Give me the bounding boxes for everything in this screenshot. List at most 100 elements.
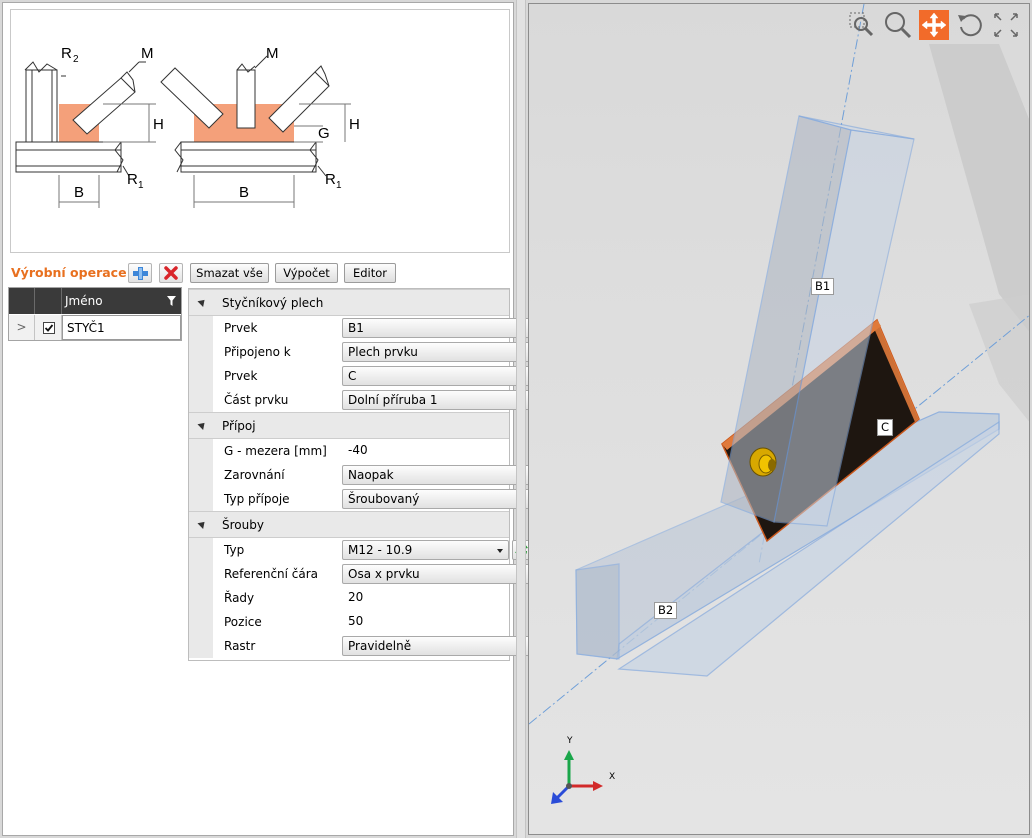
- property-dropdown[interactable]: Pravidelně: [342, 636, 530, 656]
- axis-triad: [551, 750, 603, 804]
- property-row: G - mezera [mm] -40: [213, 439, 509, 463]
- axis-label-y: Y: [567, 736, 573, 746]
- left-panel: R 2 M M H H G R 1 R 1 B B Výrobní operac…: [2, 2, 531, 836]
- sketch-drawing: R 2 M M H H G R 1 R 1 B B: [15, 45, 360, 208]
- fit-view-icon: [994, 13, 1018, 37]
- label-m-right: M: [266, 45, 279, 62]
- grid-header: Jméno: [9, 288, 181, 314]
- property-dropdown[interactable]: Plech prvku: [342, 342, 530, 362]
- property-row: Připojeno k Plech prvku: [213, 340, 530, 364]
- 3d-view[interactable]: B1 C B2 Y X: [528, 3, 1030, 835]
- zoom-window-button[interactable]: [847, 10, 877, 40]
- label-b-left: B: [74, 184, 84, 201]
- dropdown-value: Pravidelně: [348, 639, 412, 653]
- dropdown-value: C: [348, 369, 357, 383]
- property-row: Typ M12 - 10.9: [213, 538, 531, 562]
- member-label-b2[interactable]: B2: [654, 602, 678, 619]
- label-g: G: [318, 125, 330, 142]
- grid-header-expander: [9, 288, 35, 314]
- property-label: Referenční čára: [224, 567, 319, 581]
- row-name[interactable]: STYČ1: [62, 315, 181, 340]
- fit-view-button[interactable]: [991, 10, 1021, 40]
- property-dropdown[interactable]: Dolní příruba 1: [342, 390, 530, 410]
- section-header[interactable]: Šrouby: [189, 511, 509, 538]
- row-checkbox-cell[interactable]: [35, 315, 62, 340]
- label-r1-right: R: [325, 171, 336, 188]
- row-expander[interactable]: >: [9, 315, 35, 340]
- filter-icon[interactable]: [167, 296, 176, 306]
- property-row: Rastr Pravidelně: [213, 634, 530, 658]
- property-dropdown[interactable]: Osa x prvku: [342, 564, 530, 584]
- section-header[interactable]: Přípoj: [189, 412, 509, 439]
- label-h-left: H: [153, 116, 164, 133]
- property-value-input[interactable]: 50: [348, 614, 363, 628]
- member-label-c[interactable]: C: [877, 419, 894, 436]
- property-dropdown[interactable]: M12 - 10.9: [342, 540, 509, 560]
- rotate-button[interactable]: [955, 10, 985, 40]
- property-label: Typ: [224, 543, 245, 557]
- dropdown-value: B1: [348, 321, 364, 335]
- delete-all-button[interactable]: Smazat vše: [190, 263, 269, 283]
- delete-operation-button[interactable]: [159, 263, 183, 283]
- property-row: Prvek B1: [213, 316, 530, 340]
- section-title: Šrouby: [222, 518, 264, 532]
- property-label: Prvek: [224, 321, 258, 335]
- property-label: Zarovnání: [224, 468, 285, 482]
- label-r1-left: R: [127, 171, 138, 188]
- table-row[interactable]: > STYČ1: [9, 315, 181, 340]
- label-r2: R: [61, 45, 72, 62]
- operations-grid: Jméno > STYČ1: [8, 287, 182, 341]
- editor-button[interactable]: Editor: [344, 263, 396, 283]
- property-value-input[interactable]: 20: [348, 590, 363, 604]
- property-row: Referenční čára Osa x prvku: [213, 562, 530, 586]
- property-row: Řady 20: [213, 586, 509, 610]
- property-label: G - mezera [mm]: [224, 444, 327, 458]
- section-header[interactable]: Styčníkový plech: [189, 289, 509, 316]
- property-label: Prvek: [224, 369, 258, 383]
- dropdown-value: Dolní příruba 1: [348, 393, 438, 407]
- section-gutter: [189, 439, 213, 511]
- property-grid: Styčníkový plech Prvek B1 Připojeno k Plech …: [188, 288, 531, 661]
- property-dropdown[interactable]: Šroubovaný: [342, 489, 530, 509]
- collapse-triangle-icon[interactable]: [197, 297, 208, 307]
- label-m-left: M: [141, 45, 154, 62]
- 3d-scene: [529, 4, 1029, 804]
- pan-icon: [921, 12, 947, 38]
- property-dropdown[interactable]: C: [342, 366, 530, 386]
- property-dropdown[interactable]: B1: [342, 318, 530, 338]
- connection-sketch: R 2 M M H H G R 1 R 1 B B: [10, 9, 510, 253]
- zoom-button[interactable]: [883, 10, 913, 40]
- property-row: Pozice 50: [213, 610, 509, 634]
- pan-button[interactable]: [919, 10, 949, 40]
- section-title: Styčníkový plech: [222, 296, 324, 310]
- rotate-icon: [958, 14, 982, 37]
- chevron-down-icon: [497, 549, 503, 553]
- property-value-input[interactable]: -40: [348, 443, 368, 457]
- add-operation-button[interactable]: [128, 263, 152, 283]
- property-label: Rastr: [224, 639, 256, 653]
- property-label: Připojeno k: [224, 345, 291, 359]
- calculate-button[interactable]: Výpočet: [275, 263, 338, 283]
- row-checkbox[interactable]: [43, 322, 55, 334]
- svg-text:1: 1: [336, 180, 342, 191]
- zoom-icon: [885, 12, 912, 39]
- dropdown-value: Šroubovaný: [348, 492, 420, 506]
- property-row: Typ přípoje Šroubovaný: [213, 487, 530, 511]
- property-label: Řady: [224, 591, 255, 605]
- property-label: Část prvku: [224, 393, 289, 407]
- collapse-triangle-icon[interactable]: [197, 519, 208, 529]
- property-label: Pozice: [224, 615, 262, 629]
- zoom-window-icon: [849, 12, 874, 37]
- member-label-b1[interactable]: B1: [811, 278, 835, 295]
- property-row: Zarovnání Naopak: [213, 463, 530, 487]
- splitter[interactable]: [516, 0, 526, 838]
- dropdown-value: Osa x prvku: [348, 567, 420, 581]
- collapse-triangle-icon[interactable]: [197, 420, 208, 430]
- section-gutter: [189, 538, 213, 658]
- grid-header-name[interactable]: Jméno: [62, 288, 181, 314]
- property-row: Část prvku Dolní příruba 1: [213, 388, 530, 412]
- svg-text:2: 2: [73, 54, 79, 65]
- property-dropdown[interactable]: Naopak: [342, 465, 530, 485]
- operations-title: Výrobní operace: [11, 265, 127, 280]
- shadow-shape: [929, 44, 1029, 332]
